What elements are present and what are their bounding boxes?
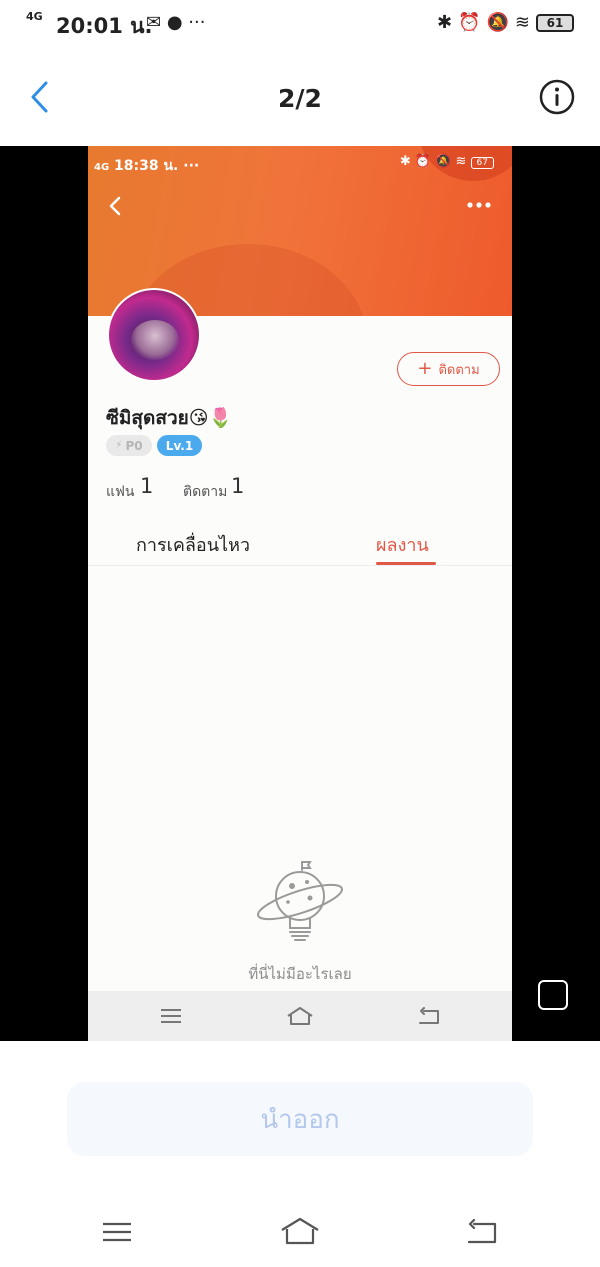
battery-indicator: 61 [536, 13, 574, 32]
page-counter: 2/2 [278, 84, 322, 113]
info-button[interactable] [538, 78, 576, 116]
back-arrow-icon[interactable] [466, 1219, 498, 1245]
home-icon[interactable] [280, 1217, 320, 1245]
more-options-icon[interactable] [466, 201, 492, 209]
menu-icon [161, 1009, 181, 1023]
fans-label: แฟน [106, 484, 135, 500]
planet-bulb-icon [257, 861, 343, 941]
inner-nav-bar [88, 991, 512, 1041]
tab-works: ผลงาน [376, 535, 429, 556]
level-badge: Lv.1 [157, 435, 202, 456]
home-icon [287, 1007, 313, 1025]
tab-divider [88, 565, 512, 566]
menu-icon[interactable] [102, 1221, 132, 1243]
follow-button: + ติดตาม [397, 352, 500, 386]
points-badge: ⚡ P0 [106, 435, 152, 456]
back-arrow-icon [419, 1007, 439, 1024]
fans-count: 1 [140, 474, 154, 498]
status-right: ✱ ⏰ 🔕 ≋ 61 [437, 12, 574, 33]
profile-name: ซีมิสุดสวย😘🌷 [106, 407, 233, 429]
circle-check-icon: ● [166, 12, 183, 33]
status-bar: 4G 20:01 น. ✉ ● ··· ✱ ⏰ 🔕 ≋ 61 [0, 0, 600, 46]
bolt-icon: ⚡ [115, 440, 123, 451]
chevron-left-icon[interactable] [108, 196, 122, 216]
image-viewer[interactable]: 4G 18:38 น. ··· ✱ ⏰ 🔕 ≋ 67 + ติดตาม ซีมิ… [0, 146, 600, 1041]
info-icon [539, 79, 575, 115]
empty-state-text: ที่นี่ไม่มีอะไรเลย [248, 965, 352, 983]
system-nav-bar [0, 1195, 600, 1267]
following-label: ติดตาม [183, 484, 228, 500]
follow-label: ติดตาม [438, 362, 480, 378]
tab-activity: การเคลื่อนไหว [136, 535, 251, 556]
viewer-header: 2/2 [0, 60, 600, 134]
screenshot-image: 4G 18:38 น. ··· ✱ ⏰ 🔕 ≋ 67 + ติดตาม ซีมิ… [88, 146, 512, 1041]
more-notifications: ··· [188, 12, 206, 33]
inner-status-right: ✱ ⏰ 🔕 ≋ 67 [400, 154, 494, 169]
plus-icon: + [417, 358, 433, 379]
avatar [107, 288, 201, 382]
mail-icon: ✉ [146, 12, 162, 33]
bluetooth-icon: ✱ [436, 12, 453, 33]
following-count: 1 [231, 474, 245, 498]
mute-icon: 🔕 [486, 12, 509, 33]
status-time: 20:01 น. [56, 14, 153, 38]
wifi-icon: ≋ [514, 12, 530, 33]
crop-square-icon[interactable] [538, 980, 568, 1010]
remove-button[interactable]: นำออก [67, 1082, 533, 1156]
notification-icons: ✉ ● ··· [146, 12, 205, 33]
alarm-icon: ⏰ [458, 12, 481, 33]
network-indicator: 4G [26, 10, 43, 23]
inner-status-time: 4G 18:38 น. ··· [94, 158, 200, 174]
